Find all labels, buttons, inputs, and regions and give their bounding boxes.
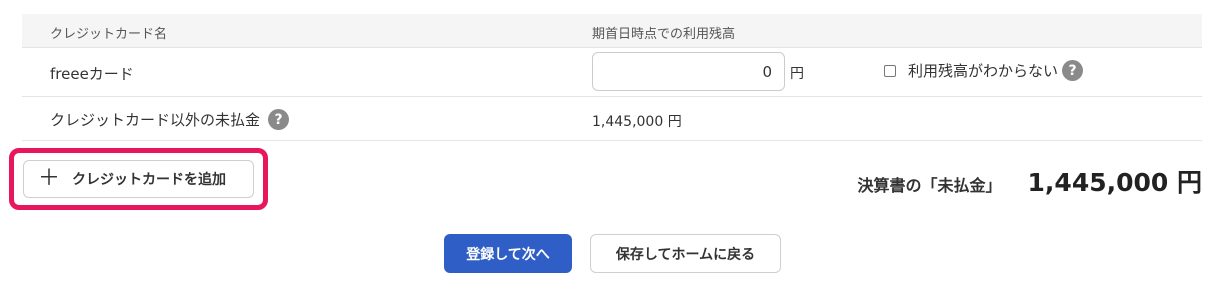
yen-unit: 円 bbox=[790, 66, 804, 82]
credit-card-table: クレジットカード名 期首日時点での利用残高 freeeカード 円 利用残高がわか… bbox=[22, 14, 1202, 141]
balance-input[interactable] bbox=[592, 52, 785, 91]
unknown-balance-option[interactable]: 利用残高がわからない ? bbox=[884, 60, 1084, 81]
table-row: freeeカード 円 利用残高がわからない ? bbox=[22, 48, 1202, 97]
card-name: freeeカード bbox=[50, 65, 134, 83]
add-credit-card-button[interactable]: ＋ クレジットカードを追加 bbox=[23, 160, 254, 198]
total-unpaid: 決算書の「未払金」 1,445,000 円 bbox=[858, 163, 1202, 199]
other-unpaid-label: クレジットカード以外の未払金 bbox=[50, 111, 261, 129]
header-balance: 期首日時点での利用残高 bbox=[592, 27, 736, 42]
total-label: 決算書の「未払金」 bbox=[857, 176, 1002, 195]
help-icon[interactable]: ? bbox=[1062, 60, 1084, 81]
register-next-button[interactable]: 登録して次へ bbox=[444, 234, 572, 273]
help-icon[interactable]: ? bbox=[268, 109, 290, 130]
add-credit-card-label: クレジットカードを追加 bbox=[72, 172, 227, 188]
table-header: クレジットカード名 期首日時点での利用残高 bbox=[22, 14, 1202, 48]
header-card-name: クレジットカード名 bbox=[50, 27, 168, 42]
other-unpaid-value: 1,445,000 円 bbox=[592, 114, 682, 130]
table-row: クレジットカード以外の未払金 ? 1,445,000 円 bbox=[22, 97, 1202, 141]
unknown-balance-label[interactable]: 利用残高がわからない bbox=[908, 60, 1058, 81]
other-unpaid-label-wrap: クレジットカード以外の未払金 ? bbox=[50, 109, 290, 130]
unknown-balance-checkbox[interactable] bbox=[884, 64, 896, 77]
plus-icon: ＋ bbox=[38, 166, 61, 191]
save-home-button[interactable]: 保存してホームに戻る bbox=[590, 234, 781, 273]
total-value: 1,445,000 円 bbox=[1027, 168, 1202, 197]
